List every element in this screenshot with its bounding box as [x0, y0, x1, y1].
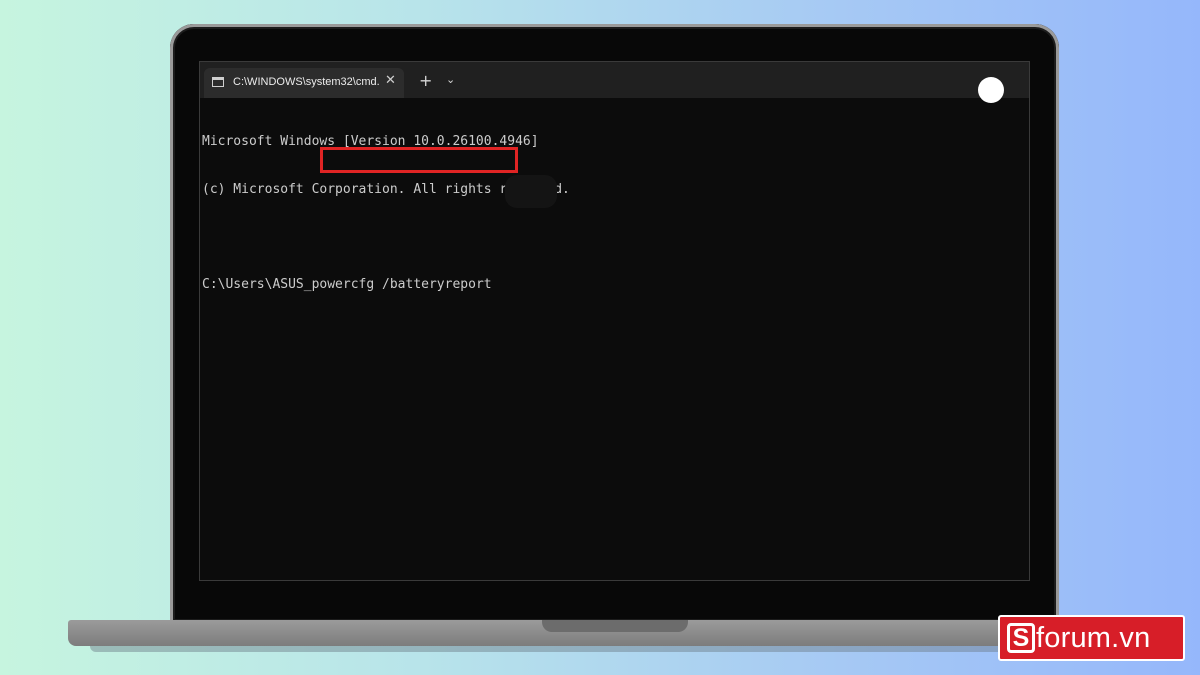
tab-title: C:\WINDOWS\system32\cmd.	[233, 76, 379, 88]
command-text: powercfg /batteryreport	[311, 277, 492, 292]
laptop-base	[68, 620, 1150, 646]
tab-bar: C:\WINDOWS\system32\cmd. ✕ + ⌄	[200, 62, 1029, 103]
watermark-text: forum.vn	[1036, 622, 1151, 654]
command-highlight-box	[320, 147, 518, 173]
close-icon[interactable]: ✕	[385, 74, 396, 87]
terminal-window: C:\WINDOWS\system32\cmd. ✕ + ⌄ Microsoft…	[199, 61, 1030, 581]
terminal-icon	[212, 77, 224, 87]
white-dot	[978, 77, 1004, 103]
laptop-notch	[542, 620, 688, 632]
terminal-output[interactable]: Microsoft Windows [Version 10.0.26100.49…	[202, 102, 570, 325]
new-tab-button[interactable]: +	[419, 73, 432, 89]
prompt: C:\Users\ASUS_	[202, 277, 312, 292]
chevron-down-icon[interactable]: ⌄	[446, 74, 455, 85]
command-line: C:\Users\ASUS_powercfg /batteryreport	[202, 277, 570, 293]
mouse-cursor-blur	[505, 175, 557, 208]
tab-cmd[interactable]: C:\WINDOWS\system32\cmd. ✕	[204, 68, 404, 98]
sforum-logo-icon: S	[1007, 623, 1035, 653]
sforum-watermark: S forum.vn	[998, 615, 1185, 661]
laptop-shadow	[90, 646, 1130, 652]
